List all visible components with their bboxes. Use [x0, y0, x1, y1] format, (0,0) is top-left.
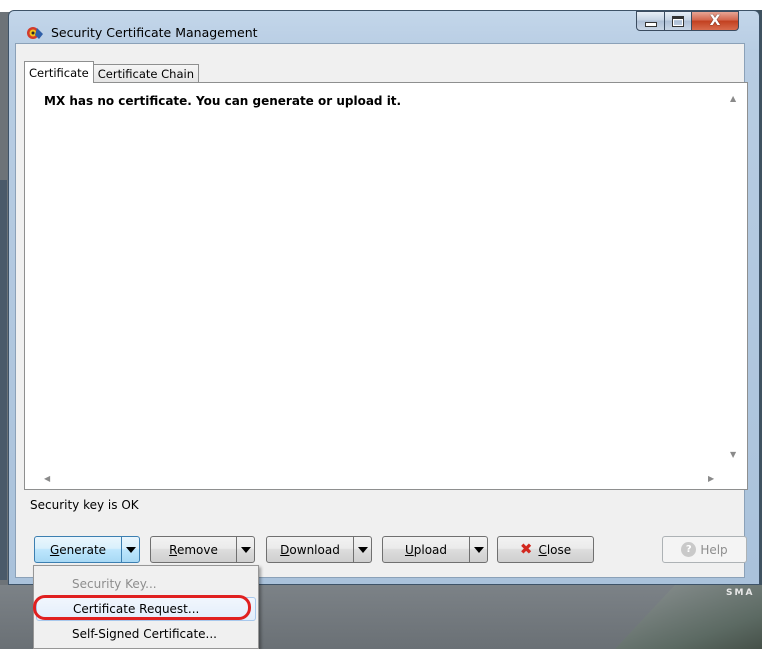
status-text: Security key is OK: [30, 498, 139, 512]
remove-dropdown-arrow[interactable]: [236, 537, 254, 562]
chevron-down-icon: [125, 546, 136, 553]
help-button[interactable]: ? Help: [662, 536, 747, 563]
desktop-left-edge: [0, 180, 7, 580]
menu-item-security-key[interactable]: Security Key...: [36, 572, 256, 596]
scroll-left-icon[interactable]: ◀: [44, 474, 50, 483]
maximize-icon: [672, 15, 684, 27]
download-dropdown-arrow[interactable]: [353, 537, 371, 562]
help-icon: ?: [681, 542, 697, 557]
maximize-button[interactable]: [664, 11, 692, 31]
generate-button[interactable]: Generate: [34, 536, 140, 563]
window-title: Security Certificate Management: [51, 25, 258, 40]
remove-button[interactable]: Remove: [150, 536, 255, 563]
upload-button[interactable]: Upload: [382, 536, 488, 563]
chevron-down-icon: [240, 546, 251, 553]
desktop-brand-text: SMA: [726, 588, 755, 598]
chevron-down-icon: [473, 546, 484, 553]
upload-label: Upload: [404, 542, 448, 557]
generate-dropdown-arrow[interactable]: [121, 537, 139, 562]
tab-strip: Certificate Certificate Chain: [24, 61, 199, 83]
annotation-highlight-ring: [33, 595, 251, 620]
certificate-message: MX has no certificate. You can generate …: [44, 94, 402, 108]
download-button[interactable]: Download: [266, 536, 372, 563]
scroll-up-icon[interactable]: ▲: [730, 94, 736, 103]
vertical-scrollbar[interactable]: ▲ ▼: [727, 90, 743, 466]
menu-item-self-signed-certificate[interactable]: Self-Signed Certificate...: [36, 622, 256, 646]
tab-certificate-chain[interactable]: Certificate Chain: [92, 64, 199, 83]
window-close-button[interactable]: X: [691, 11, 739, 31]
chevron-down-icon: [357, 546, 368, 553]
close-button[interactable]: ✖ Close: [497, 536, 594, 563]
app-certificate-icon: [27, 27, 43, 39]
scroll-down-icon[interactable]: ▼: [730, 450, 736, 459]
remove-label: Remove: [169, 542, 218, 557]
close-label: Close: [538, 542, 572, 557]
minimize-icon: [644, 21, 657, 27]
download-label: Download: [280, 542, 340, 557]
horizontal-scrollbar[interactable]: ◀ ▶: [40, 472, 720, 488]
generate-label: Generate: [49, 542, 107, 557]
close-icon: X: [709, 13, 721, 29]
minimize-button[interactable]: [636, 11, 665, 31]
scroll-right-icon[interactable]: ▶: [708, 474, 714, 483]
title-bar[interactable]: Security Certificate Management X: [9, 11, 759, 44]
upload-dropdown-arrow[interactable]: [469, 537, 487, 562]
close-x-icon: ✖: [519, 540, 533, 558]
help-label: Help: [700, 542, 728, 557]
tab-panel: [24, 82, 748, 490]
tab-certificate[interactable]: Certificate: [24, 61, 94, 83]
